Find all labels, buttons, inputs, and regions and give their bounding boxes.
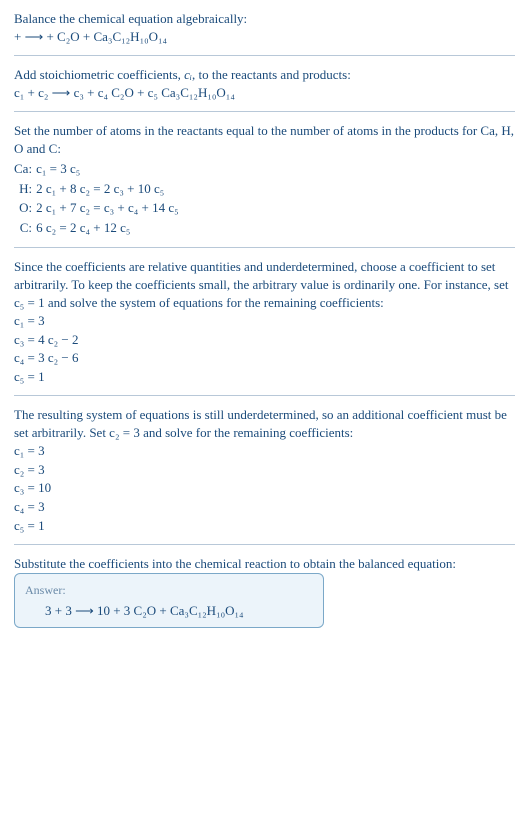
section-title: The resulting system of equations is sti…	[14, 406, 515, 441]
table-row: O: 2 c₁ + 7 c₂ = c₃ + c₄ + 14 c₅	[14, 198, 185, 218]
coefficient-list: c₁ = 3 c₂ = 3 c₃ = 10 c₄ = 3 c₅ = 1	[14, 442, 515, 534]
coef-line: c₅ = 1	[14, 368, 515, 386]
balance-equation: 2 c₁ + 8 c₂ = 2 c₃ + 10 c₅	[36, 179, 185, 199]
coef-line: c₁ = 3	[14, 442, 515, 460]
coef-line: c₃ = 10	[14, 479, 515, 497]
coef-line: c₁ = 3	[14, 312, 515, 330]
answer-box: Answer: 3 + 3 ⟶ 10 + 3 C₂O + Ca₃C₁₂H₁₀O₁…	[14, 573, 324, 629]
section-title: Set the number of atoms in the reactants…	[14, 122, 515, 157]
equation-with-coeffs: c₁ + c₂ ⟶ c₃ + c₄ C₂O + c₅ Ca₃C₁₂H₁₀O₁₄	[14, 84, 515, 102]
balanced-equation: 3 + 3 ⟶ 10 + 3 C₂O + Ca₃C₁₂H₁₀O₁₄	[25, 602, 313, 620]
section-stoich-coeffs: Add stoichiometric coefficients, cᵢ, to …	[14, 66, 515, 101]
divider	[14, 55, 515, 56]
section-atom-balance: Set the number of atoms in the reactants…	[14, 122, 515, 237]
section-balance-prompt: Balance the chemical equation algebraica…	[14, 10, 515, 45]
element-label: O:	[14, 198, 36, 218]
section-title: Add stoichiometric coefficients, cᵢ, to …	[14, 66, 515, 84]
divider	[14, 247, 515, 248]
divider	[14, 395, 515, 396]
section-title: Substitute the coefficients into the che…	[14, 555, 515, 573]
section-substitute: Substitute the coefficients into the che…	[14, 555, 515, 628]
section-final-coeffs: The resulting system of equations is sti…	[14, 406, 515, 534]
divider	[14, 544, 515, 545]
coefficient-list: c₁ = 3 c₃ = 4 c₂ − 2 c₄ = 3 c₂ − 6 c₅ = …	[14, 312, 515, 385]
section-title: Balance the chemical equation algebraica…	[14, 10, 515, 28]
equation-unbalanced: + ⟶ + C₂O + Ca₃C₁₂H₁₀O₁₄	[14, 28, 515, 46]
text: , to the reactants and products:	[192, 67, 351, 82]
balance-equation: 6 c₂ = 2 c₄ + 12 c₅	[36, 218, 185, 238]
section-partial-solution: Since the coefficients are relative quan…	[14, 258, 515, 385]
text: Add stoichiometric coefficients,	[14, 67, 184, 82]
section-title: Since the coefficients are relative quan…	[14, 258, 515, 311]
coef-line: c₄ = 3	[14, 498, 515, 516]
coef-line: c₃ = 4 c₂ − 2	[14, 331, 515, 349]
element-label: Ca:	[14, 159, 36, 179]
balance-equation: 2 c₁ + 7 c₂ = c₃ + c₄ + 14 c₅	[36, 198, 185, 218]
divider	[14, 111, 515, 112]
answer-label: Answer:	[25, 582, 313, 598]
element-label: H:	[14, 179, 36, 199]
coef-line: c₂ = 3	[14, 461, 515, 479]
ci-symbol: cᵢ	[184, 67, 192, 82]
coef-line: c₄ = 3 c₂ − 6	[14, 349, 515, 367]
table-row: Ca: c₁ = 3 c₅	[14, 159, 185, 179]
balance-equation: c₁ = 3 c₅	[36, 159, 185, 179]
atom-balance-table: Ca: c₁ = 3 c₅ H: 2 c₁ + 8 c₂ = 2 c₃ + 10…	[14, 159, 185, 237]
table-row: C: 6 c₂ = 2 c₄ + 12 c₅	[14, 218, 185, 238]
table-row: H: 2 c₁ + 8 c₂ = 2 c₃ + 10 c₅	[14, 179, 185, 199]
coef-line: c₅ = 1	[14, 517, 515, 535]
element-label: C:	[14, 218, 36, 238]
